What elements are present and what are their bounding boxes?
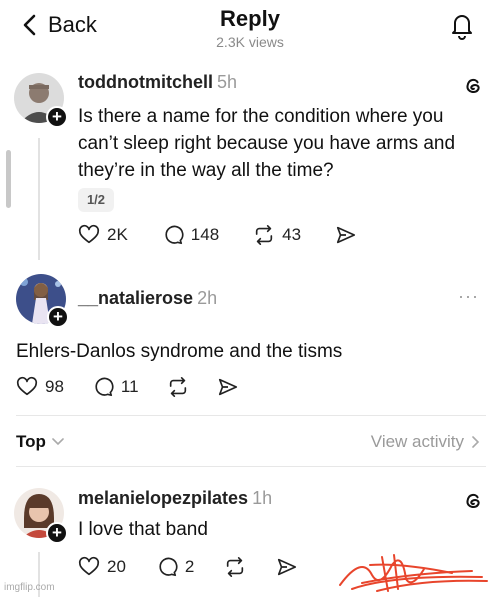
- share-button[interactable]: [217, 376, 239, 398]
- follow-plus-icon[interactable]: +: [47, 306, 69, 328]
- post-time: 2h: [197, 288, 218, 308]
- post-actions: 2K 148 43: [78, 224, 357, 246]
- threads-icon[interactable]: [462, 490, 484, 512]
- sort-selected: Top: [16, 432, 46, 451]
- post-author[interactable]: __natalierose 2h: [78, 288, 217, 309]
- reply-post: + __natalierose 2h ··· Ehlers-Danlos synd…: [0, 260, 500, 420]
- heart-icon: [78, 556, 100, 576]
- comment-button[interactable]: 11: [92, 376, 139, 398]
- divider: [16, 415, 486, 416]
- sort-bar: Top View activity: [0, 426, 500, 458]
- original-post: + toddnotmitchell 5h Is there a name for …: [0, 0, 500, 260]
- share-button[interactable]: [335, 224, 357, 246]
- red-scribble-redaction: [339, 554, 488, 592]
- repost-button[interactable]: 43: [253, 224, 301, 246]
- view-activity-label: View activity: [370, 432, 464, 451]
- like-count: 98: [45, 377, 64, 396]
- like-button[interactable]: 2K: [78, 224, 128, 246]
- sort-dropdown[interactable]: Top: [16, 432, 64, 452]
- like-count: 2K: [107, 225, 128, 244]
- post-time: 5h: [216, 72, 238, 92]
- share-button[interactable]: [276, 556, 298, 578]
- post-actions: 98 11: [16, 376, 239, 398]
- comment-icon: [95, 377, 114, 397]
- repost-icon: [256, 225, 273, 245]
- username: __natalierose: [78, 288, 194, 308]
- username: melanielopezpilates: [78, 488, 249, 508]
- comment-count: 11: [120, 377, 139, 396]
- threads-icon[interactable]: [462, 75, 484, 97]
- like-button[interactable]: 98: [16, 376, 64, 398]
- post-text: Ehlers-Danlos syndrome and the tisms: [16, 341, 343, 362]
- repost-button[interactable]: [167, 376, 189, 398]
- repost-icon: [227, 557, 244, 577]
- post-author[interactable]: melanielopezpilates 1h: [78, 488, 272, 509]
- watermark: imgflip.com: [4, 582, 55, 593]
- follow-plus-icon[interactable]: +: [46, 106, 68, 128]
- comment-count: 148: [190, 225, 220, 244]
- comment-button[interactable]: 2: [156, 556, 194, 578]
- follow-plus-icon[interactable]: +: [46, 522, 68, 544]
- share-icon: [218, 378, 237, 396]
- thread-line: [38, 138, 40, 260]
- more-icon[interactable]: ···: [458, 286, 479, 307]
- share-icon: [337, 226, 356, 244]
- post-author[interactable]: toddnotmitchell 5h: [78, 72, 237, 93]
- repost-button[interactable]: [224, 556, 246, 578]
- page-indicator[interactable]: 1/2: [78, 188, 114, 212]
- view-activity-link[interactable]: View activity: [371, 432, 480, 452]
- like-count: 20: [107, 557, 126, 576]
- post-text: I love that band: [78, 519, 208, 540]
- comment-count: 2: [184, 557, 195, 576]
- post-time: 1h: [252, 488, 273, 508]
- comment-button[interactable]: 148: [162, 224, 219, 246]
- post-text: Is there a name for the condition where …: [78, 106, 456, 181]
- heart-icon: [16, 376, 38, 396]
- post-actions: 20 2: [78, 556, 298, 578]
- username: toddnotmitchell: [78, 72, 213, 92]
- chevron-right-icon: [472, 436, 480, 448]
- chevron-down-icon: [52, 438, 64, 446]
- like-button[interactable]: 20: [78, 556, 126, 578]
- comment-icon: [159, 557, 178, 577]
- repost-count: 43: [282, 225, 302, 244]
- share-icon: [278, 558, 297, 576]
- comment-icon: [165, 225, 184, 245]
- heart-icon: [78, 224, 100, 244]
- repost-icon: [169, 377, 186, 397]
